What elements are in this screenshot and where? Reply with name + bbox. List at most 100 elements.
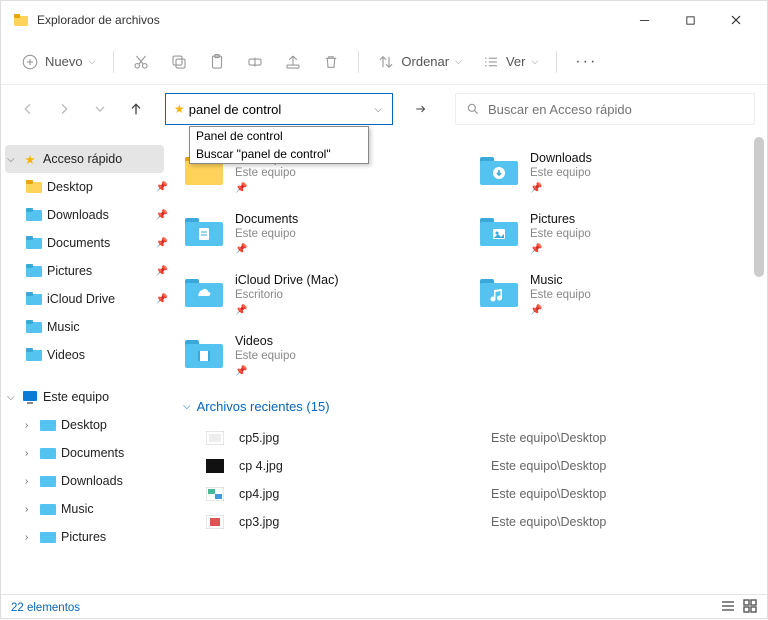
folder-icon: [25, 346, 43, 364]
minimize-button[interactable]: [621, 1, 667, 39]
folder-card[interactable]: Pictures Este equipo 📌: [478, 212, 753, 255]
sidebar-item-documents[interactable]: Documents📌: [1, 229, 168, 257]
sidebar-item-downloads[interactable]: Downloads📌: [1, 201, 168, 229]
paste-button[interactable]: [200, 46, 234, 78]
separator: [556, 51, 557, 73]
recent-files-heading[interactable]: ⌵ Archivos recientes (15): [183, 399, 753, 414]
sidebar-item-pc-downloads[interactable]: ›Downloads: [1, 467, 168, 495]
window-title: Explorador de archivos: [37, 13, 621, 27]
close-button[interactable]: [713, 1, 759, 39]
pin-icon: 📌: [156, 294, 168, 305]
file-location: Este equipo\Desktop: [491, 459, 606, 473]
up-button[interactable]: [121, 94, 151, 124]
suggestion-item[interactable]: Panel de control: [190, 127, 368, 145]
folder-name: Documents: [235, 212, 298, 226]
recent-file-row[interactable]: cp 4.jpg Este equipo\Desktop: [183, 452, 753, 480]
recent-dropdown[interactable]: [85, 94, 115, 124]
status-bar: 22 elementos: [1, 594, 767, 620]
file-location: Este equipo\Desktop: [491, 431, 606, 445]
folder-card[interactable]: Videos Este equipo 📌: [183, 334, 458, 377]
folder-card[interactable]: Downloads Este equipo 📌: [478, 151, 753, 194]
scrollbar[interactable]: [752, 133, 766, 594]
folder-location: Este equipo: [530, 228, 591, 240]
sidebar-item-pc-pictures[interactable]: ›Pictures: [1, 523, 168, 551]
folder-card[interactable]: Music Este equipo 📌: [478, 273, 753, 316]
folder-icon: [39, 444, 57, 462]
star-icon: ★: [21, 150, 39, 168]
expand-icon: ›: [25, 504, 39, 515]
folder-icon: [478, 273, 520, 311]
file-location: Este equipo\Desktop: [491, 515, 606, 529]
copy-button[interactable]: [162, 46, 196, 78]
details-view-icon[interactable]: [721, 599, 735, 616]
main-content: Desktop Este equipo 📌 Downloads Este equ…: [169, 133, 767, 594]
folder-icon: [25, 178, 43, 196]
scrollbar-thumb[interactable]: [754, 137, 764, 277]
go-button[interactable]: [405, 93, 437, 125]
sidebar-item-pictures[interactable]: Pictures📌: [1, 257, 168, 285]
more-button[interactable]: ···: [567, 46, 605, 78]
address-dropdown-toggle[interactable]: ⌵: [368, 104, 388, 115]
folder-name: iCloud Drive (Mac): [235, 273, 339, 287]
star-icon: ★: [174, 102, 185, 116]
sort-button[interactable]: Ordenar ⌵: [369, 46, 470, 78]
sidebar-item-music[interactable]: Music: [1, 313, 168, 341]
sidebar-item-videos[interactable]: Videos: [1, 341, 168, 369]
icons-view-icon[interactable]: [743, 599, 757, 616]
titlebar: Explorador de archivos: [1, 1, 767, 39]
item-count: 22 elementos: [11, 602, 80, 614]
new-button[interactable]: Nuevo ⌵: [13, 46, 103, 78]
pin-icon: 📌: [235, 366, 296, 377]
folder-icon: [39, 528, 57, 546]
folder-card[interactable]: Documents Este equipo 📌: [183, 212, 458, 255]
recent-file-row[interactable]: cp4.jpg Este equipo\Desktop: [183, 480, 753, 508]
file-name: cp5.jpg: [239, 431, 491, 445]
address-input[interactable]: [189, 102, 369, 117]
sidebar-item-icloud[interactable]: iCloud Drive📌: [1, 285, 168, 313]
sidebar: ⌵ ★ Acceso rápido Desktop📌 Downloads📌 Do…: [1, 133, 169, 594]
new-label: Nuevo: [45, 54, 83, 69]
sidebar-item-desktop[interactable]: Desktop📌: [1, 173, 168, 201]
folder-icon: [478, 151, 520, 189]
pin-icon: 📌: [156, 210, 168, 221]
maximize-button[interactable]: [667, 1, 713, 39]
folder-location: Escritorio: [235, 289, 339, 301]
sidebar-item-this-pc[interactable]: ⌵ Este equipo: [1, 383, 168, 411]
forward-button[interactable]: [49, 94, 79, 124]
sidebar-item-pc-documents[interactable]: ›Documents: [1, 439, 168, 467]
search-box[interactable]: [455, 93, 755, 125]
file-name: cp3.jpg: [239, 515, 491, 529]
folder-icon: [39, 416, 57, 434]
pin-icon: 📌: [156, 238, 168, 249]
delete-button[interactable]: [314, 46, 348, 78]
suggestion-item[interactable]: Buscar "panel de control": [190, 145, 368, 163]
address-bar[interactable]: ★ ⌵: [165, 93, 393, 125]
folder-card[interactable]: iCloud Drive (Mac) Escritorio 📌: [183, 273, 458, 316]
folder-icon: [25, 206, 43, 224]
folder-icon: [25, 290, 43, 308]
folder-name: Videos: [235, 334, 296, 348]
search-icon: [466, 102, 480, 116]
sidebar-item-quick-access[interactable]: ⌵ ★ Acceso rápido: [5, 145, 164, 173]
sidebar-item-pc-music[interactable]: ›Music: [1, 495, 168, 523]
expand-icon: ⌵: [7, 154, 21, 165]
cut-button[interactable]: [124, 46, 158, 78]
pc-icon: [21, 388, 39, 406]
search-input[interactable]: [488, 102, 744, 117]
expand-icon: ⌵: [7, 392, 21, 403]
folder-icon: [25, 234, 43, 252]
sidebar-item-pc-desktop[interactable]: ›Desktop: [1, 411, 168, 439]
share-button[interactable]: [276, 46, 310, 78]
recent-file-row[interactable]: cp3.jpg Este equipo\Desktop: [183, 508, 753, 536]
file-location: Este equipo\Desktop: [491, 487, 606, 501]
folder-icon: [183, 273, 225, 311]
back-button[interactable]: [13, 94, 43, 124]
folder-icon: [478, 212, 520, 250]
file-thumbnail: [205, 429, 225, 447]
recent-file-row[interactable]: cp5.jpg Este equipo\Desktop: [183, 424, 753, 452]
file-name: cp 4.jpg: [239, 459, 491, 473]
view-button[interactable]: Ver ⌵: [474, 46, 546, 78]
navigation-bar: ★ ⌵ Panel de control Buscar "panel de co…: [1, 85, 767, 133]
rename-button[interactable]: [238, 46, 272, 78]
folder-location: Este equipo: [530, 289, 591, 301]
